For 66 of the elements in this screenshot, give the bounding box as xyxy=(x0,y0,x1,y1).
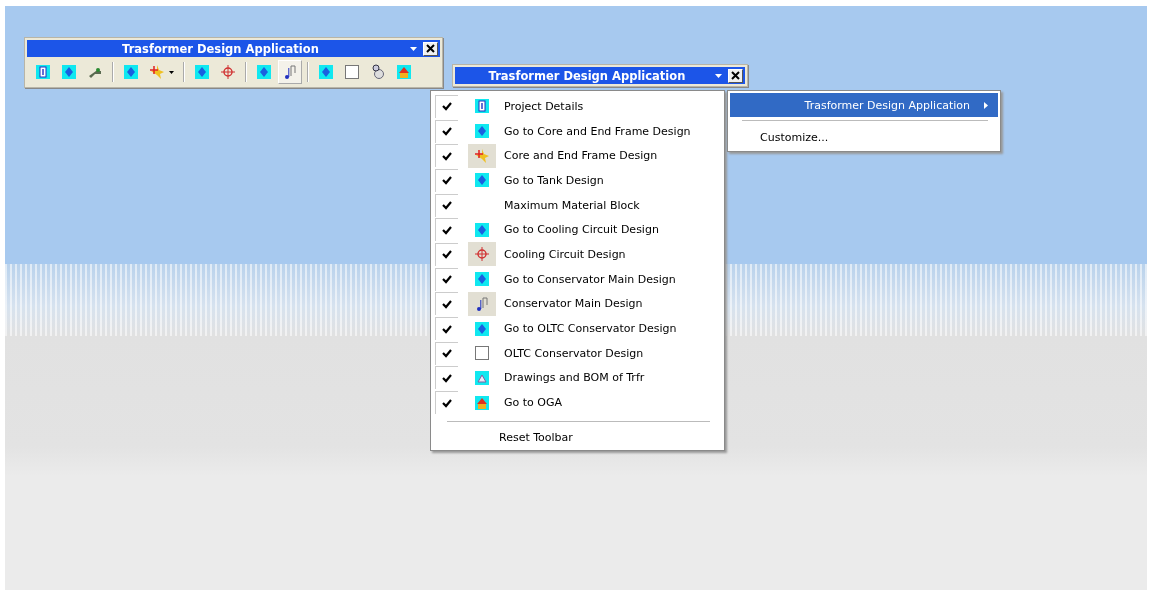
square-icon xyxy=(344,64,360,80)
menu-item-label: Go to OGA xyxy=(504,396,562,410)
caret-icon[interactable] xyxy=(410,46,417,51)
submenu-arrow-icon xyxy=(984,101,988,109)
close-icon xyxy=(426,44,435,53)
square-icon xyxy=(474,345,490,362)
menu-item[interactable]: Cooling Circuit Design xyxy=(433,242,722,267)
menu-item[interactable]: Go to Conservator Main Design xyxy=(433,266,722,292)
menu-item-label: Conservator Main Design xyxy=(504,297,643,311)
house-icon xyxy=(396,64,412,80)
menu-item[interactable]: Core and End Frame Design xyxy=(433,143,722,169)
checkmark-icon xyxy=(442,373,452,383)
menu-item[interactable]: Conservator Main Design xyxy=(433,291,722,317)
menu-item-label: Core and End Frame Design xyxy=(504,149,658,163)
toolbar-button[interactable] xyxy=(278,60,302,84)
checkmark-icon xyxy=(442,201,452,211)
checkmark-icon xyxy=(442,176,452,186)
menu-item[interactable]: Project Details xyxy=(433,94,722,119)
menu-item-label: Go to Cooling Circuit Design xyxy=(504,223,659,237)
toolbar-title: Trasformer Design Application xyxy=(487,68,687,83)
close-button[interactable] xyxy=(423,41,438,56)
checkmark-icon xyxy=(442,349,452,359)
menu-item[interactable]: Go to OGA xyxy=(433,390,722,415)
menu-item[interactable]: Drawings and BOM of Trfr xyxy=(433,365,722,391)
close-button[interactable] xyxy=(728,68,743,83)
menu-item[interactable]: Go to Cooling Circuit Design xyxy=(433,217,722,243)
note-icon xyxy=(474,295,490,312)
checkmark-icon xyxy=(442,225,452,235)
checkmark-icon xyxy=(442,398,452,408)
checkmark-icon xyxy=(442,324,452,334)
menu-item-label: Cooling Circuit Design xyxy=(504,247,626,261)
star-icon xyxy=(149,64,165,80)
menu-item[interactable]: Trasformer Design Application xyxy=(730,93,998,117)
drawing-icon xyxy=(474,369,490,386)
menu-item[interactable]: Maximum Material Block xyxy=(433,192,722,218)
close-icon xyxy=(731,71,740,80)
menu-item[interactable]: OLTC Conservator Design xyxy=(433,340,722,366)
info-icon xyxy=(474,98,490,115)
menu-item-label: OLTC Conservator Design xyxy=(504,346,644,360)
menu-item[interactable]: Go to Tank Design xyxy=(433,168,722,193)
menu-item-label: Maximum Material Block xyxy=(504,198,640,212)
menu-item[interactable]: Go to OLTC Conservator Design xyxy=(433,316,722,341)
checkmark-icon xyxy=(442,151,452,161)
menu-item-label: Project Details xyxy=(504,99,584,113)
menu-item[interactable]: Customize... xyxy=(730,125,998,149)
house-icon xyxy=(474,394,490,411)
caret-icon xyxy=(169,70,174,74)
checkmark-icon xyxy=(442,102,452,112)
checkmark-icon xyxy=(442,299,452,309)
crosshair-icon xyxy=(220,64,236,80)
menu-item-label: Go to Core and End Frame Design xyxy=(504,124,691,138)
menu-item[interactable]: Go to Core and End Frame Design xyxy=(433,118,722,144)
caret-icon[interactable] xyxy=(715,73,722,78)
star-icon xyxy=(474,147,490,164)
menu-item-label: Go to Tank Design xyxy=(504,173,604,187)
crosshair-icon xyxy=(474,246,490,263)
menu-item-label: Go to OLTC Conservator Design xyxy=(504,322,677,336)
checkmark-icon xyxy=(442,275,452,285)
reset-toolbar-item[interactable]: Reset Toolbar xyxy=(433,427,722,447)
checkmark-icon xyxy=(442,127,452,137)
menu-item-label: Go to Conservator Main Design xyxy=(504,272,676,286)
checkmark-icon xyxy=(442,250,452,260)
toolbar-title: Trasformer Design Application xyxy=(121,41,320,56)
info-icon xyxy=(35,64,51,80)
note-icon xyxy=(282,64,298,80)
menu-item-label: Drawings and BOM of Trfr xyxy=(504,371,645,385)
